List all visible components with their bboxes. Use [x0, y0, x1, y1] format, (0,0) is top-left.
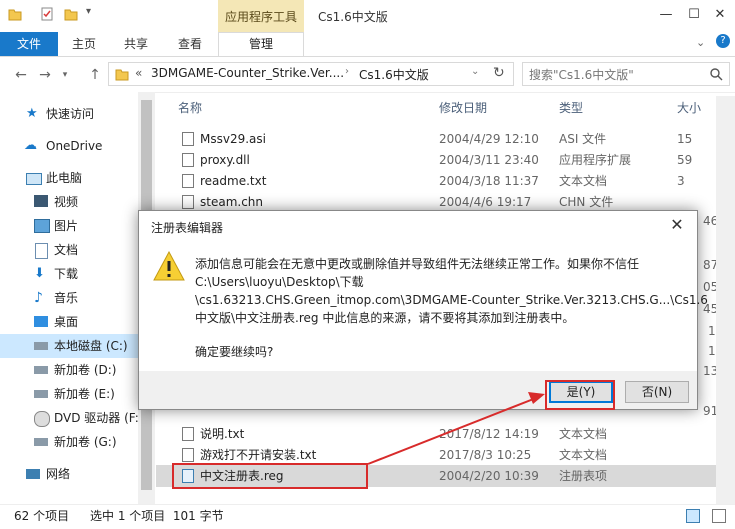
text-file-icon [182, 448, 194, 462]
dialog-message: 添加信息可能会在无意中更改或删除值并导致组件无法继续正常工作。如果你不信任 C:… [195, 255, 708, 327]
picture-icon [34, 219, 50, 233]
folder-icon[interactable] [8, 7, 22, 21]
dvd-icon [34, 411, 50, 427]
sidebar-item-drive-c[interactable]: 本地磁盘 (C:) [0, 334, 138, 358]
size-fragment: 1 [708, 324, 716, 338]
properties-icon[interactable] [40, 7, 54, 21]
recent-dropdown-icon[interactable]: ▾ [56, 66, 74, 84]
back-arrow-icon[interactable]: ← [12, 66, 30, 84]
warning-icon [153, 251, 185, 281]
ribbon-tabs [0, 32, 735, 57]
computer-icon [26, 173, 42, 185]
size-fragment: 1 [708, 344, 716, 358]
document-icon [35, 243, 48, 259]
column-type[interactable]: 类型 [559, 96, 583, 120]
sidebar-item-dvd-f[interactable]: DVD 驱动器 (F:) [0, 406, 144, 430]
tab-home[interactable]: 主页 [72, 32, 96, 56]
file-row[interactable]: readme.txt 2004/3/18 11:37 文本文档 3 [156, 170, 716, 192]
file-icon [182, 195, 194, 209]
network-icon [26, 469, 40, 479]
refresh-icon[interactable]: ↻ [493, 65, 505, 81]
dialog-title: 注册表编辑器 [151, 221, 224, 235]
sidebar-item-videos[interactable]: 视频 [0, 190, 138, 214]
sidebar-item-music[interactable]: ♪ 音乐 [0, 286, 138, 310]
item-count: 62 个项目 [14, 509, 70, 523]
annotation-highlight-file [172, 463, 368, 489]
chevron-right-icon: › [345, 66, 349, 77]
chevron-down-icon[interactable]: ⌄ [471, 66, 479, 77]
message-line: 中文版\中文注册表.reg 中此信息的来源，请不要将其添加到注册表中。 [195, 311, 575, 325]
column-header-row: 名称 修改日期 类型 大小 [156, 96, 735, 120]
music-icon: ♪ [34, 290, 43, 306]
sidebar-item-desktop[interactable]: 桌面 [0, 310, 138, 334]
sidebar-item-this-pc[interactable]: 此电脑 [0, 166, 138, 190]
breadcrumb-overflow[interactable]: « [135, 66, 142, 80]
sidebar-item-quick-access[interactable]: ★ 快速访问 [0, 102, 138, 126]
file-row[interactable]: 说明.txt 2017/8/12 14:19 文本文档 [156, 423, 716, 445]
dll-file-icon [182, 153, 194, 167]
dialog-close-button[interactable]: ✕ [665, 215, 689, 235]
selection-info: 选中 1 个项目 101 字节 [90, 509, 224, 523]
sidebar-item-drive-d[interactable]: 新加卷 (D:) [0, 358, 138, 382]
text-file-icon [182, 427, 194, 441]
file-icon [182, 132, 194, 146]
large-icons-view-icon[interactable] [712, 509, 726, 523]
search-placeholder: 搜索"Cs1.6中文版" [529, 68, 634, 82]
sidebar-item-documents[interactable]: 文档 [0, 238, 138, 262]
sidebar-item-onedrive[interactable]: ☁ OneDrive [0, 134, 138, 158]
folder-icon [115, 69, 129, 81]
sidebar-item-network[interactable]: 网络 [0, 462, 138, 486]
help-icon[interactable]: ? [716, 34, 730, 48]
star-icon: ★ [26, 106, 38, 121]
annotation-highlight-yes [545, 380, 615, 410]
tab-file[interactable]: 文件 [0, 32, 58, 56]
breadcrumb-segment[interactable]: Cs1.6中文版 [359, 66, 429, 83]
details-view-icon[interactable] [686, 509, 700, 523]
up-arrow-icon[interactable]: ↑ [86, 66, 104, 84]
message-line: \cs1.63213.CHS.Green_itmop.com\3DMGAME-C… [195, 293, 708, 307]
drive-icon [34, 438, 48, 446]
breadcrumb-segment[interactable]: 3DMGAME-Counter_Strike.Ver.... [151, 66, 344, 80]
new-folder-icon[interactable] [64, 7, 78, 21]
drive-icon [34, 342, 48, 350]
sidebar-item-drive-g[interactable]: 新加卷 (G:) [0, 430, 138, 454]
context-tab-label: 应用程序工具 [224, 10, 297, 24]
column-size[interactable]: 大小 [677, 96, 701, 120]
ribbon-expand-icon[interactable]: ⌄ [696, 36, 705, 49]
search-input[interactable]: 搜索"Cs1.6中文版" [522, 62, 730, 86]
download-icon: ⬇ [34, 266, 45, 281]
message-line: 添加信息可能会在无意中更改或删除值并导致组件无法继续正常工作。如果你不信任 [195, 257, 640, 271]
file-row[interactable]: Mssv29.asi 2004/4/29 12:10 ASI 文件 15 [156, 128, 716, 150]
window-title: Cs1.6中文版 [318, 10, 388, 24]
tab-share[interactable]: 共享 [124, 32, 148, 56]
sidebar-item-downloads[interactable]: ⬇ 下载 [0, 262, 138, 286]
forward-arrow-icon[interactable]: → [36, 66, 54, 84]
sidebar-item-pictures[interactable]: 图片 [0, 214, 138, 238]
drive-icon [34, 366, 48, 374]
navigation-pane: ★ 快速访问 ☁ OneDrive 此电脑 视频 图片 文档 ⬇ 下载 ♪ 音乐… [0, 92, 144, 504]
drive-icon [34, 390, 48, 398]
no-button[interactable]: 否(N) [625, 381, 689, 403]
search-icon[interactable] [709, 67, 723, 81]
dialog-confirm-question: 确定要继续吗? [195, 345, 274, 359]
column-date[interactable]: 修改日期 [439, 96, 487, 120]
desktop-icon [34, 316, 48, 327]
close-button[interactable]: ✕ [708, 6, 732, 24]
video-icon [34, 195, 48, 207]
minimize-button[interactable]: — [654, 6, 678, 24]
tab-view[interactable]: 查看 [178, 32, 202, 56]
text-file-icon [182, 174, 194, 188]
tab-manage[interactable]: 管理 [218, 32, 304, 56]
file-row[interactable]: proxy.dll 2004/3/11 23:40 应用程序扩展 59 [156, 149, 716, 171]
address-bar[interactable]: « 3DMGAME-Counter_Strike.Ver.... › Cs1.6… [108, 62, 514, 86]
message-line: C:\Users\luoyu\Desktop\下载 [195, 275, 364, 289]
maximize-button[interactable]: ☐ [682, 6, 706, 24]
sidebar-item-drive-e[interactable]: 新加卷 (E:) [0, 382, 138, 406]
quick-access-dropdown-icon[interactable]: ▾ [86, 6, 91, 17]
file-list-scrollbar[interactable] [716, 96, 735, 504]
status-bar: 62 个项目 选中 1 个项目 101 字节 [0, 504, 735, 529]
cloud-icon: ☁ [24, 138, 37, 153]
column-name[interactable]: 名称 [178, 96, 202, 120]
